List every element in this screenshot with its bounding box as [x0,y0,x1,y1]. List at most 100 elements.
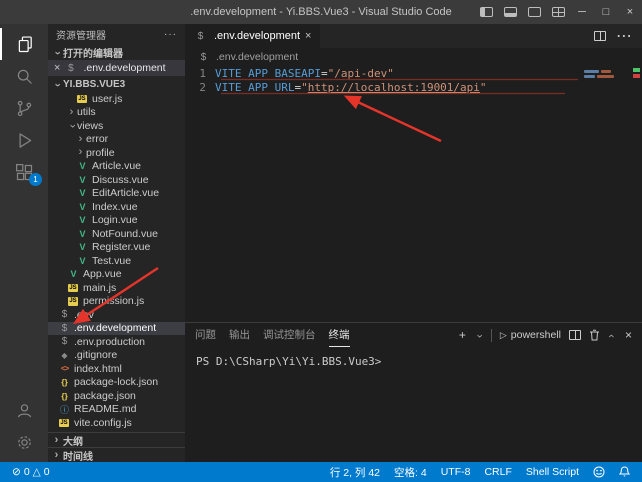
tree-item-EditArticle.vue[interactable]: VEditArticle.vue [48,187,185,201]
file-name: utils [77,106,96,118]
tree-item-profile[interactable]: ›profile [48,146,185,160]
panel-tab-调试控制台[interactable]: 调试控制台 [263,323,316,347]
explorer-icon[interactable] [0,28,48,60]
vue-file-icon: V [76,256,89,266]
open-editor-item[interactable]: × $ .env.development [48,60,185,76]
timeline-section[interactable]: › 时间线 [48,447,185,462]
maximize-button[interactable]: □ [594,0,618,24]
tab-close-icon[interactable]: × [305,30,311,42]
tree-item-Login.vue[interactable]: VLogin.vue [48,214,185,228]
close-panel-icon[interactable]: × [625,328,632,342]
terminal-prompt: PS D:\CSharp\Yi\Yi.BBS.Vue3> [196,355,381,368]
tree-item-.env.development[interactable]: $.env.development [48,322,185,336]
tree-item-App.vue[interactable]: VApp.vue [48,268,185,282]
split-terminal-icon[interactable] [569,330,581,340]
extensions-icon[interactable]: 1 [0,156,48,188]
code-line-1[interactable]: 1VITE_APP_BASEAPI="/api-dev" [185,67,642,81]
tree-item-.gitignore[interactable]: ◆.gitignore [48,349,185,363]
code-lines: 1VITE_APP_BASEAPI="/api-dev"2VITE_APP_UR… [185,67,642,95]
split-editor-icon[interactable] [594,31,606,41]
warning-icon: △ [33,466,41,478]
toggle-secondary-sidebar-icon[interactable] [522,0,546,24]
timeline-label: 时间线 [63,448,93,463]
tree-item-package.json[interactable]: {}package.json [48,389,185,403]
chevron-right-icon: › [52,435,61,446]
terminal-content[interactable]: PS D:\CSharp\Yi\Yi.BBS.Vue3> [185,347,642,376]
source-control-icon[interactable] [0,92,48,124]
tree-item-package-lock.json[interactable]: {}package-lock.json [48,376,185,390]
minimap[interactable] [584,70,624,80]
terminal-shell-picker[interactable]: ▷ powershell [500,329,561,341]
tree-item-Article.vue[interactable]: VArticle.vue [48,160,185,174]
editor-more-actions-icon[interactable]: ⋯ [616,26,632,46]
feedback-smiley-icon[interactable] [589,466,609,478]
tree-item-Discuss.vue[interactable]: VDiscuss.vue [48,173,185,187]
breadcrumb[interactable]: $ .env.development [185,48,642,66]
maximize-panel-icon[interactable]: › [606,331,617,340]
file-name: Article.vue [92,160,141,172]
panel-tab-输出[interactable]: 输出 [229,323,250,347]
tree-item-main.js[interactable]: JSmain.js [48,281,185,295]
tree-item-.env.production[interactable]: $.env.production [48,335,185,349]
customize-layout-icon[interactable] [546,0,570,24]
project-section-header[interactable]: › YI.BBS.VUE3 [48,76,185,92]
account-icon[interactable] [0,394,48,426]
tree-item-Test.vue[interactable]: VTest.vue [48,254,185,268]
tree-item-utils[interactable]: ›utils [48,106,185,120]
toggle-sidebar-icon[interactable] [474,0,498,24]
tree-item-Index.vue[interactable]: VIndex.vue [48,200,185,214]
ruler-mark-red [633,74,640,78]
panel-tab-终端[interactable]: 终端 [329,323,350,347]
js-file-icon: JS [77,95,87,104]
file-name: views [77,120,103,132]
tree-item-user.js[interactable]: JSuser.js [48,92,185,106]
settings-gear-icon[interactable] [0,426,48,458]
new-terminal-icon[interactable]: + [459,328,466,342]
info-file-icon: ⓘ [58,403,71,416]
trash-icon[interactable] [589,329,600,341]
views-more-icon[interactable]: ··· [164,29,177,40]
search-icon[interactable] [0,60,48,92]
env-file-icon: $ [58,336,71,347]
close-icon[interactable]: × [54,62,60,74]
tree-item-NotFound.vue[interactable]: VNotFound.vue [48,227,185,241]
language-mode[interactable]: Shell Script [522,466,583,478]
tree-item-README.md[interactable]: ⓘREADME.md [48,403,185,417]
js-file-icon: JS [59,419,69,428]
code-line-2[interactable]: 2VITE_APP_URL="http://localhost:19001/ap… [185,81,642,95]
breadcrumb-file-name: .env.development [216,51,298,63]
file-name: Discuss.vue [92,174,149,186]
tree-item-index.html[interactable]: <>index.html [48,362,185,376]
env-file-icon: $ [58,309,71,320]
eol-status[interactable]: CRLF [480,466,515,478]
tab-env-development[interactable]: $ .env.development × [185,24,320,48]
problems-status[interactable]: ⊘0 △0 [8,466,54,478]
panel-tab-问题[interactable]: 问题 [195,323,216,347]
js-file-icon: JS [68,284,78,293]
file-name: vite.config.js [74,417,132,429]
tree-item-error[interactable]: ›error [48,133,185,147]
tree-item-.env[interactable]: $.env [48,308,185,322]
tree-item-views[interactable]: ›views [48,119,185,133]
indentation-status[interactable]: 空格: 4 [390,465,431,480]
file-name: .gitignore [74,349,117,361]
explorer-sidebar: 资源管理器 ··· › 打开的编辑器 × $ .env.development … [48,24,185,462]
activity-bar: 1 [0,24,48,462]
encoding-status[interactable]: UTF-8 [437,466,475,478]
open-editors-header[interactable]: › 打开的编辑器 [48,44,185,60]
chevron-down-icon[interactable]: › [473,331,484,340]
tree-item-Register.vue[interactable]: VRegister.vue [48,241,185,255]
chevron-down-icon: › [52,80,63,89]
notifications-bell-icon[interactable] [615,466,634,478]
overview-ruler [633,68,640,80]
toggle-panel-icon[interactable] [498,0,522,24]
close-button[interactable]: × [618,0,642,24]
outline-section[interactable]: › 大纲 [48,432,185,447]
tree-item-vite.config.js[interactable]: JS vite.config.js [48,416,185,430]
cursor-position[interactable]: 行 2, 列 42 [326,465,384,480]
minimize-button[interactable]: ─ [570,0,594,24]
run-debug-icon[interactable] [0,124,48,156]
tree-item-permission.js[interactable]: JSpermission.js [48,295,185,309]
file-name: index.html [74,363,122,375]
code-editor[interactable]: 1VITE_APP_BASEAPI="/api-dev"2VITE_APP_UR… [185,66,642,322]
